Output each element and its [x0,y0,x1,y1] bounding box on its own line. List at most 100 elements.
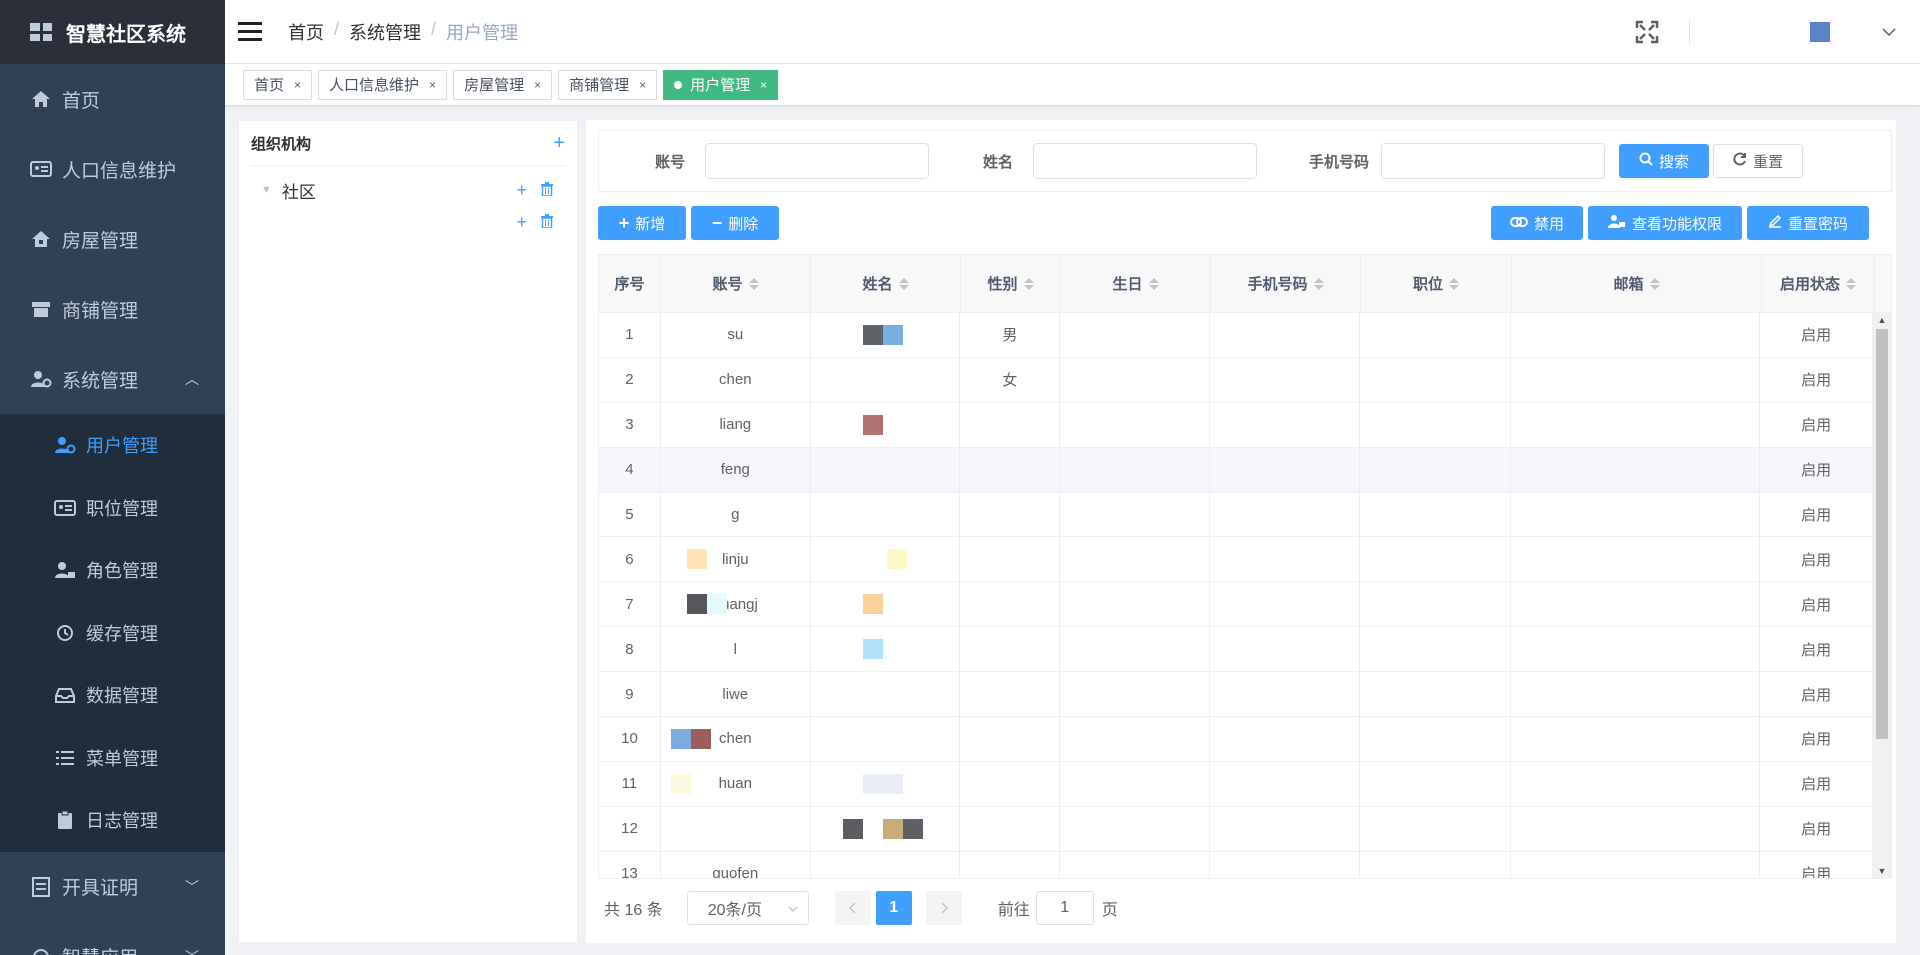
reset-button[interactable]: 重置 [1713,144,1803,178]
app-logo[interactable]: 智慧社区系统 [0,0,225,64]
sidebar-item-cache-management[interactable]: 缓存管理 [0,602,225,665]
sidebar-item-menu-management[interactable]: 菜单管理 [0,727,225,790]
sort-caret-icon[interactable] [1649,277,1660,290]
refresh-icon [1733,152,1747,170]
goto-page-input[interactable]: 1 [1035,891,1094,925]
table-scrollbar[interactable]: ▲ ▼ [1873,313,1891,878]
fullscreen-icon[interactable] [1635,20,1659,44]
search-button[interactable]: 搜索 [1619,144,1709,178]
column-header[interactable]: 性别 [961,255,1061,312]
sort-caret-icon[interactable] [1449,277,1459,290]
table-row[interactable]: 4 feng 启用 [599,447,1873,493]
table-row[interactable]: 1 su 男 启用 [599,313,1873,358]
tree-node-root[interactable]: ▼ 社区 + [239,174,577,206]
tree-title: 组织机构 [251,135,312,153]
phone-input[interactable] [1381,143,1605,179]
delete-button[interactable]: − 删除 [691,206,779,240]
table-row[interactable]: 8 l 启用 [599,627,1873,673]
column-header[interactable]: 手机号码 [1211,255,1361,312]
sidebar-item-certificates[interactable]: 开具证明 ﹀ [0,852,225,922]
table-row[interactable]: 9 liwe 启用 [599,672,1873,718]
add-node-icon[interactable]: + [516,180,527,201]
scroll-up-icon[interactable]: ▲ [1873,315,1891,325]
disable-button[interactable]: 禁用 [1491,206,1583,240]
table-row[interactable]: 13 guofen 启用 [599,851,1873,878]
column-header[interactable]: 姓名 [811,255,961,312]
add-button[interactable]: + 新增 [598,206,686,240]
next-page-button[interactable] [925,891,962,925]
add-org-icon[interactable]: + [553,132,565,155]
sort-caret-icon[interactable] [748,277,759,290]
avatar[interactable] [1810,22,1830,42]
table-cell [811,717,961,761]
table-row[interactable]: 12 启用 [599,806,1873,852]
breadcrumb-current: 用户管理 [446,22,519,43]
active-dot-icon [674,80,683,89]
tag-label: 商铺管理 [569,77,630,94]
tag-population[interactable]: 人口信息维护 × [318,69,448,100]
redacted-block [863,773,883,794]
caret-down-icon[interactable]: ▼ [261,184,272,196]
delete-icon[interactable] [541,180,553,201]
column-header[interactable]: 生日 [1061,255,1211,312]
page-number-current[interactable]: 1 [875,891,912,925]
sidebar-item-role-management[interactable]: 角色管理 [0,539,225,602]
table-cell [1210,402,1360,447]
column-header[interactable]: 职位 [1361,255,1512,312]
sort-caret-icon[interactable] [1148,277,1159,290]
table-cell [1511,761,1761,806]
tag-home[interactable]: 首页 × [243,69,313,100]
sort-caret-icon[interactable] [1023,277,1034,290]
delete-icon[interactable] [541,212,553,233]
sidebar-item-shops[interactable]: 商铺管理 [0,274,225,344]
column-header[interactable]: 启用状态 [1762,255,1875,312]
tree-node-child[interactable]: + [239,206,577,238]
table-row[interactable]: 5 g 启用 [599,492,1873,538]
account-input[interactable] [705,143,929,179]
close-icon[interactable]: × [760,78,767,92]
column-header[interactable]: 账号 [661,255,811,312]
name-input[interactable] [1033,143,1257,179]
sidebar-item-system[interactable]: 系统管理 ︿ [0,344,225,414]
breadcrumb-home[interactable]: 首页 [288,19,324,45]
reset-password-button[interactable]: 重置密码 [1747,206,1869,240]
sidebar-item-population[interactable]: 人口信息维护 [0,134,225,204]
close-icon[interactable]: × [639,78,646,92]
scrollbar-thumb[interactable] [1876,329,1888,739]
page-size-select[interactable]: 20条/页 [686,891,809,925]
tag-housing[interactable]: 房屋管理 × [453,69,553,100]
close-icon[interactable]: × [294,78,301,92]
tag-shops[interactable]: 商铺管理 × [558,69,658,100]
tag-user-management[interactable]: 用户管理 × [663,69,779,100]
link-icon [1509,215,1528,232]
sidebar-item-user-management[interactable]: 用户管理 [0,414,225,477]
sidebar-item-position-management[interactable]: 职位管理 [0,477,225,540]
table-cell: 10 [599,717,661,761]
sidebar-item-smart-apps[interactable]: 智慧应用 ﹀ [0,922,225,955]
close-icon[interactable]: × [429,78,436,92]
close-icon[interactable]: × [534,78,541,92]
sort-caret-icon[interactable] [1846,277,1856,290]
inbox-icon [54,684,76,706]
chevron-down-icon[interactable] [1882,23,1896,41]
prev-page-button[interactable] [834,891,871,925]
hamburger-menu-icon[interactable] [238,22,262,41]
scroll-down-icon[interactable]: ▼ [1873,866,1891,876]
sort-caret-icon[interactable] [1313,277,1324,290]
table-row[interactable]: 10 chen 启用 [599,717,1873,762]
table-row[interactable]: 3 liang 启用 [599,402,1873,448]
user-gear-icon [54,434,76,456]
column-header[interactable]: 邮箱 [1512,255,1762,312]
sort-caret-icon[interactable] [898,277,909,290]
add-node-icon[interactable]: + [516,212,527,233]
sidebar-item-housing[interactable]: 房屋管理 [0,204,225,274]
sidebar-item-home[interactable]: 首页 [0,64,225,134]
view-permission-button[interactable]: 查看功能权限 [1588,206,1742,240]
breadcrumb-system[interactable]: 系统管理 [349,19,421,45]
table-row[interactable]: 11 huan 启用 [599,761,1873,807]
table-row[interactable]: 6 linju 启用 [599,537,1873,583]
sidebar-item-data-management[interactable]: 数据管理 [0,664,225,727]
sidebar-item-log-management[interactable]: 日志管理 [0,789,225,852]
table-row[interactable]: 7 huangj 启用 [599,582,1873,628]
table-row[interactable]: 2 chen 女 启用 [599,357,1873,403]
